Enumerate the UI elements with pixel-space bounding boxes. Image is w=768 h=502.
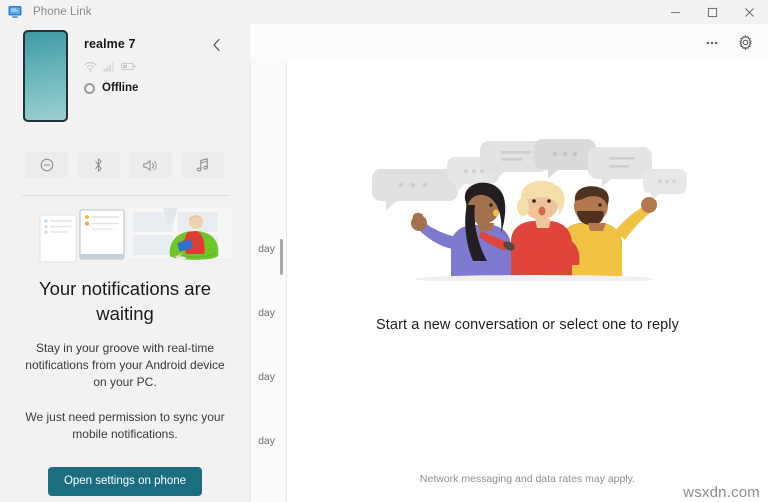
music-note-icon [196,158,208,172]
back-button[interactable] [206,34,228,56]
do-not-disturb-toggle[interactable] [25,152,68,178]
three-people-chatting-illustration [363,139,693,283]
gear-icon [738,34,752,51]
cellular-signal-icon [103,62,114,72]
device-status-label: Offline [102,82,139,94]
window-controls [657,0,768,24]
device-status: Offline [84,82,138,94]
notification-copy: Your notifications are waiting Stay in y… [0,264,250,496]
settings-button[interactable] [730,29,760,57]
title-bar: Phone Link [0,0,768,24]
minimize-button[interactable] [657,0,694,24]
list-item: day [258,371,275,383]
maximize-icon [707,7,718,17]
open-settings-on-phone-button[interactable]: Open settings on phone [47,467,203,496]
bluetooth-toggle[interactable] [77,152,120,178]
panel-permission-note: We just need permission to sync your mob… [25,410,225,441]
close-button[interactable] [731,0,768,24]
phone-link-window: Phone Link realme 7 Offline Your notific… [0,0,768,502]
chevron-left-icon [213,38,220,52]
content-toolbar [286,24,768,61]
more-options-icon [706,41,718,44]
notifications-illustration [18,206,232,264]
scrollbar-thumb[interactable] [280,239,283,275]
list-item: day [258,243,275,255]
offline-circle-icon [84,82,95,94]
minimize-icon [671,11,680,13]
app-title: Phone Link [33,6,92,18]
maximize-button[interactable] [694,0,731,24]
device-status-icons [84,60,138,73]
phone-link-icon [7,4,23,20]
device-info: realme 7 Offline [84,37,138,94]
device-side-panel: realme 7 Offline Your notifications are … [0,24,250,502]
cta-container: Open settings on phone [16,467,234,496]
panel-title: Your notifications are waiting [38,278,212,324]
conversation-list[interactable]: day day day day [250,61,286,502]
messages-empty-state: Start a new conversation or select one t… [286,61,768,502]
wifi-icon [84,61,97,72]
list-item: day [258,307,275,319]
quick-actions-row [0,152,250,178]
phone-thumbnail[interactable] [23,30,68,122]
do-not-disturb-icon [40,158,53,172]
watermark: wsxdn.com [683,484,760,501]
conversation-list-scrollbar[interactable] [278,61,285,502]
panel-divider [22,195,228,196]
bluetooth-icon [95,158,102,172]
device-header: realme 7 Offline [0,24,250,144]
device-name: realme 7 [84,37,136,51]
battery-icon [121,62,136,71]
list-item: day [258,435,275,447]
volume-toggle[interactable] [129,152,172,178]
volume-icon [143,159,157,171]
panel-description: Stay in your groove with real-time notif… [25,341,225,389]
music-toggle[interactable] [181,152,224,178]
empty-state-message: Start a new conversation or select one t… [376,317,679,333]
more-options-button[interactable] [697,29,727,57]
close-icon [745,7,754,17]
